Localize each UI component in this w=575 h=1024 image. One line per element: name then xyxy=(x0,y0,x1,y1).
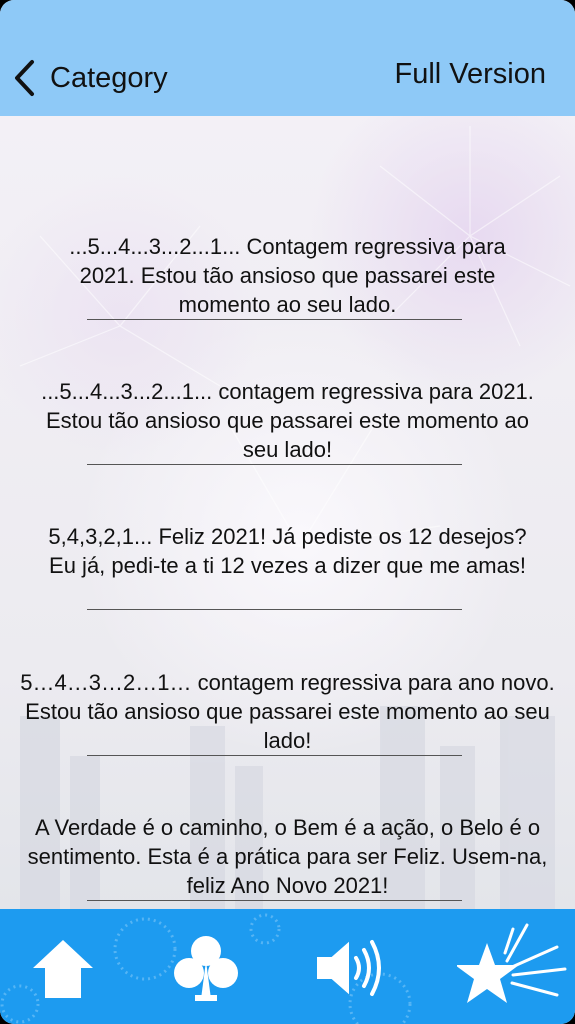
message-text: 5,4,3,2,1... Feliz 2021! Já pediste os 1… xyxy=(48,524,527,578)
message-item-5[interactable]: A Verdade é o caminho, o Bem é a ação, o… xyxy=(0,813,575,901)
star-icon xyxy=(456,923,566,1003)
tab-category[interactable] xyxy=(170,923,242,1013)
nav-header: Category Full Version xyxy=(0,0,575,116)
tab-favorites[interactable] xyxy=(455,923,570,1013)
tab-home[interactable] xyxy=(28,923,98,1013)
message-item-3[interactable]: 5,4,3,2,1... Feliz 2021! Já pediste os 1… xyxy=(0,522,575,610)
message-item-1[interactable]: ...5...4...3...2...1... Contagem regress… xyxy=(0,232,575,320)
message-item-2[interactable]: ...5...4...3...2...1... contagem regress… xyxy=(0,377,575,465)
message-text: 5…4…3…2…1… contagem regressiva para ano … xyxy=(20,670,555,753)
club-icon xyxy=(174,936,238,1001)
back-label: Category xyxy=(50,61,168,94)
divider xyxy=(87,900,462,901)
full-version-button[interactable]: Full Version xyxy=(394,58,546,91)
divider xyxy=(87,464,462,465)
back-button[interactable]: Category xyxy=(10,56,168,100)
divider xyxy=(87,609,462,610)
divider xyxy=(87,755,462,756)
tab-sound[interactable] xyxy=(313,923,385,1013)
message-text: ...5...4...3...2...1... Contagem regress… xyxy=(69,234,506,317)
divider xyxy=(87,319,462,320)
app-screen: Category Full Version ...5...4...3...2..… xyxy=(0,0,575,1024)
chevron-left-icon xyxy=(15,60,34,96)
message-list[interactable]: ...5...4...3...2...1... Contagem regress… xyxy=(0,116,575,909)
bottom-tab-bar xyxy=(0,909,575,1024)
home-icon xyxy=(33,940,93,998)
message-text: ...5...4...3...2...1... contagem regress… xyxy=(41,379,534,462)
message-item-4[interactable]: 5…4…3…2…1… contagem regressiva para ano … xyxy=(0,668,575,756)
speaker-icon xyxy=(317,940,381,996)
message-text: A Verdade é o caminho, o Bem é a ação, o… xyxy=(27,815,548,898)
